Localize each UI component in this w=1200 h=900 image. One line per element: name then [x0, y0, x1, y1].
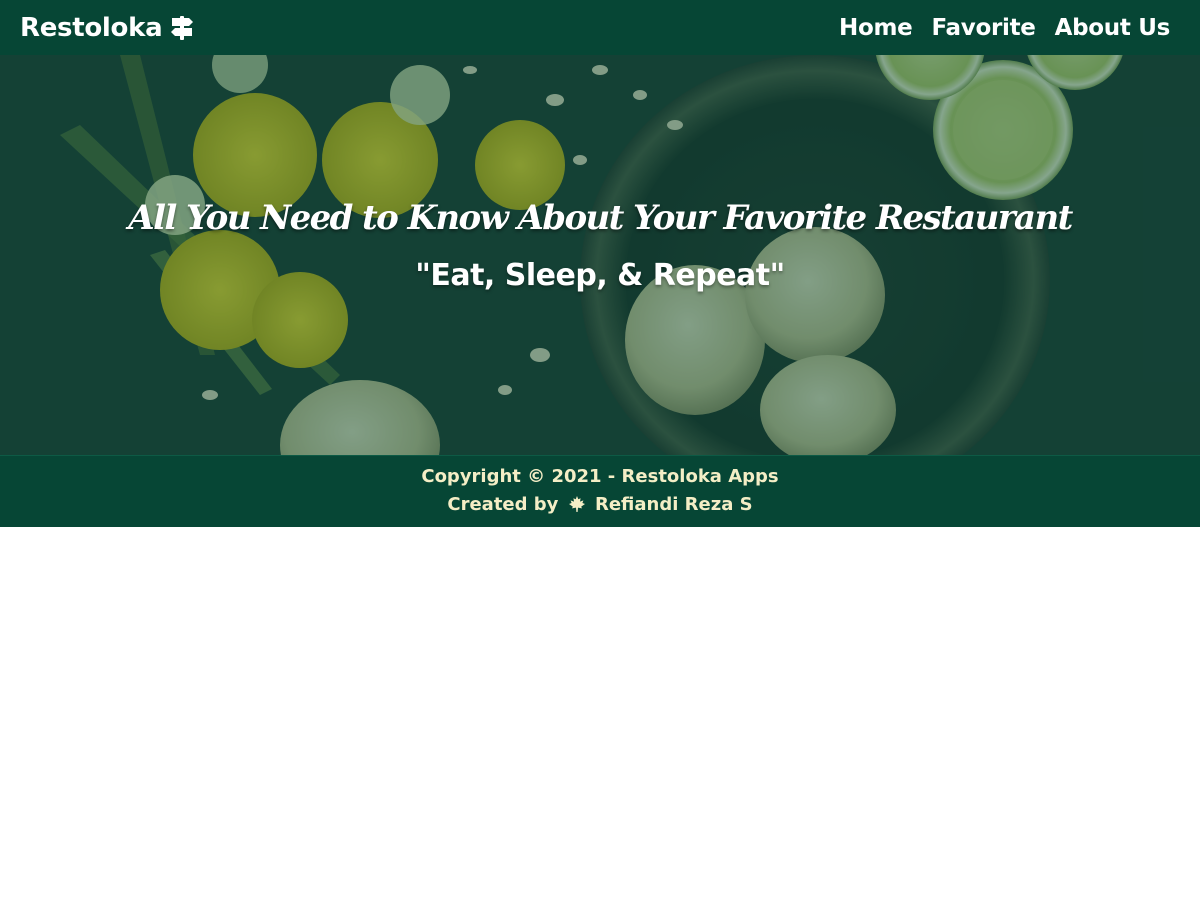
- hero-overlay: [0, 55, 1200, 455]
- footer-credit: Created by Refiandi Reza S: [0, 494, 1200, 515]
- nav-link-home[interactable]: Home: [839, 15, 913, 41]
- brand-link[interactable]: Restoloka: [20, 0, 194, 55]
- footer: Copyright © 2021 - Restoloka Apps Create…: [0, 455, 1200, 527]
- navbar: Restoloka Home Favorite About Us: [0, 0, 1200, 55]
- maple-leaf-icon: [568, 495, 586, 513]
- brand-name: Restoloka: [20, 12, 163, 43]
- hero-tagline: "Eat, Sleep, & Repeat": [415, 258, 785, 293]
- nav-link-about-us[interactable]: About Us: [1055, 15, 1171, 41]
- hero-section: All You Need to Know About Your Favorite…: [0, 55, 1200, 455]
- footer-created-prefix: Created by: [447, 494, 559, 515]
- nav-links: Home Favorite About Us: [839, 0, 1170, 55]
- hero-title: All You Need to Know About Your Favorite…: [128, 198, 1073, 238]
- signpost-icon: [170, 15, 194, 41]
- nav-link-favorite[interactable]: Favorite: [931, 15, 1035, 41]
- footer-copyright: Copyright © 2021 - Restoloka Apps: [421, 466, 779, 487]
- footer-author: Refiandi Reza S: [594, 494, 753, 515]
